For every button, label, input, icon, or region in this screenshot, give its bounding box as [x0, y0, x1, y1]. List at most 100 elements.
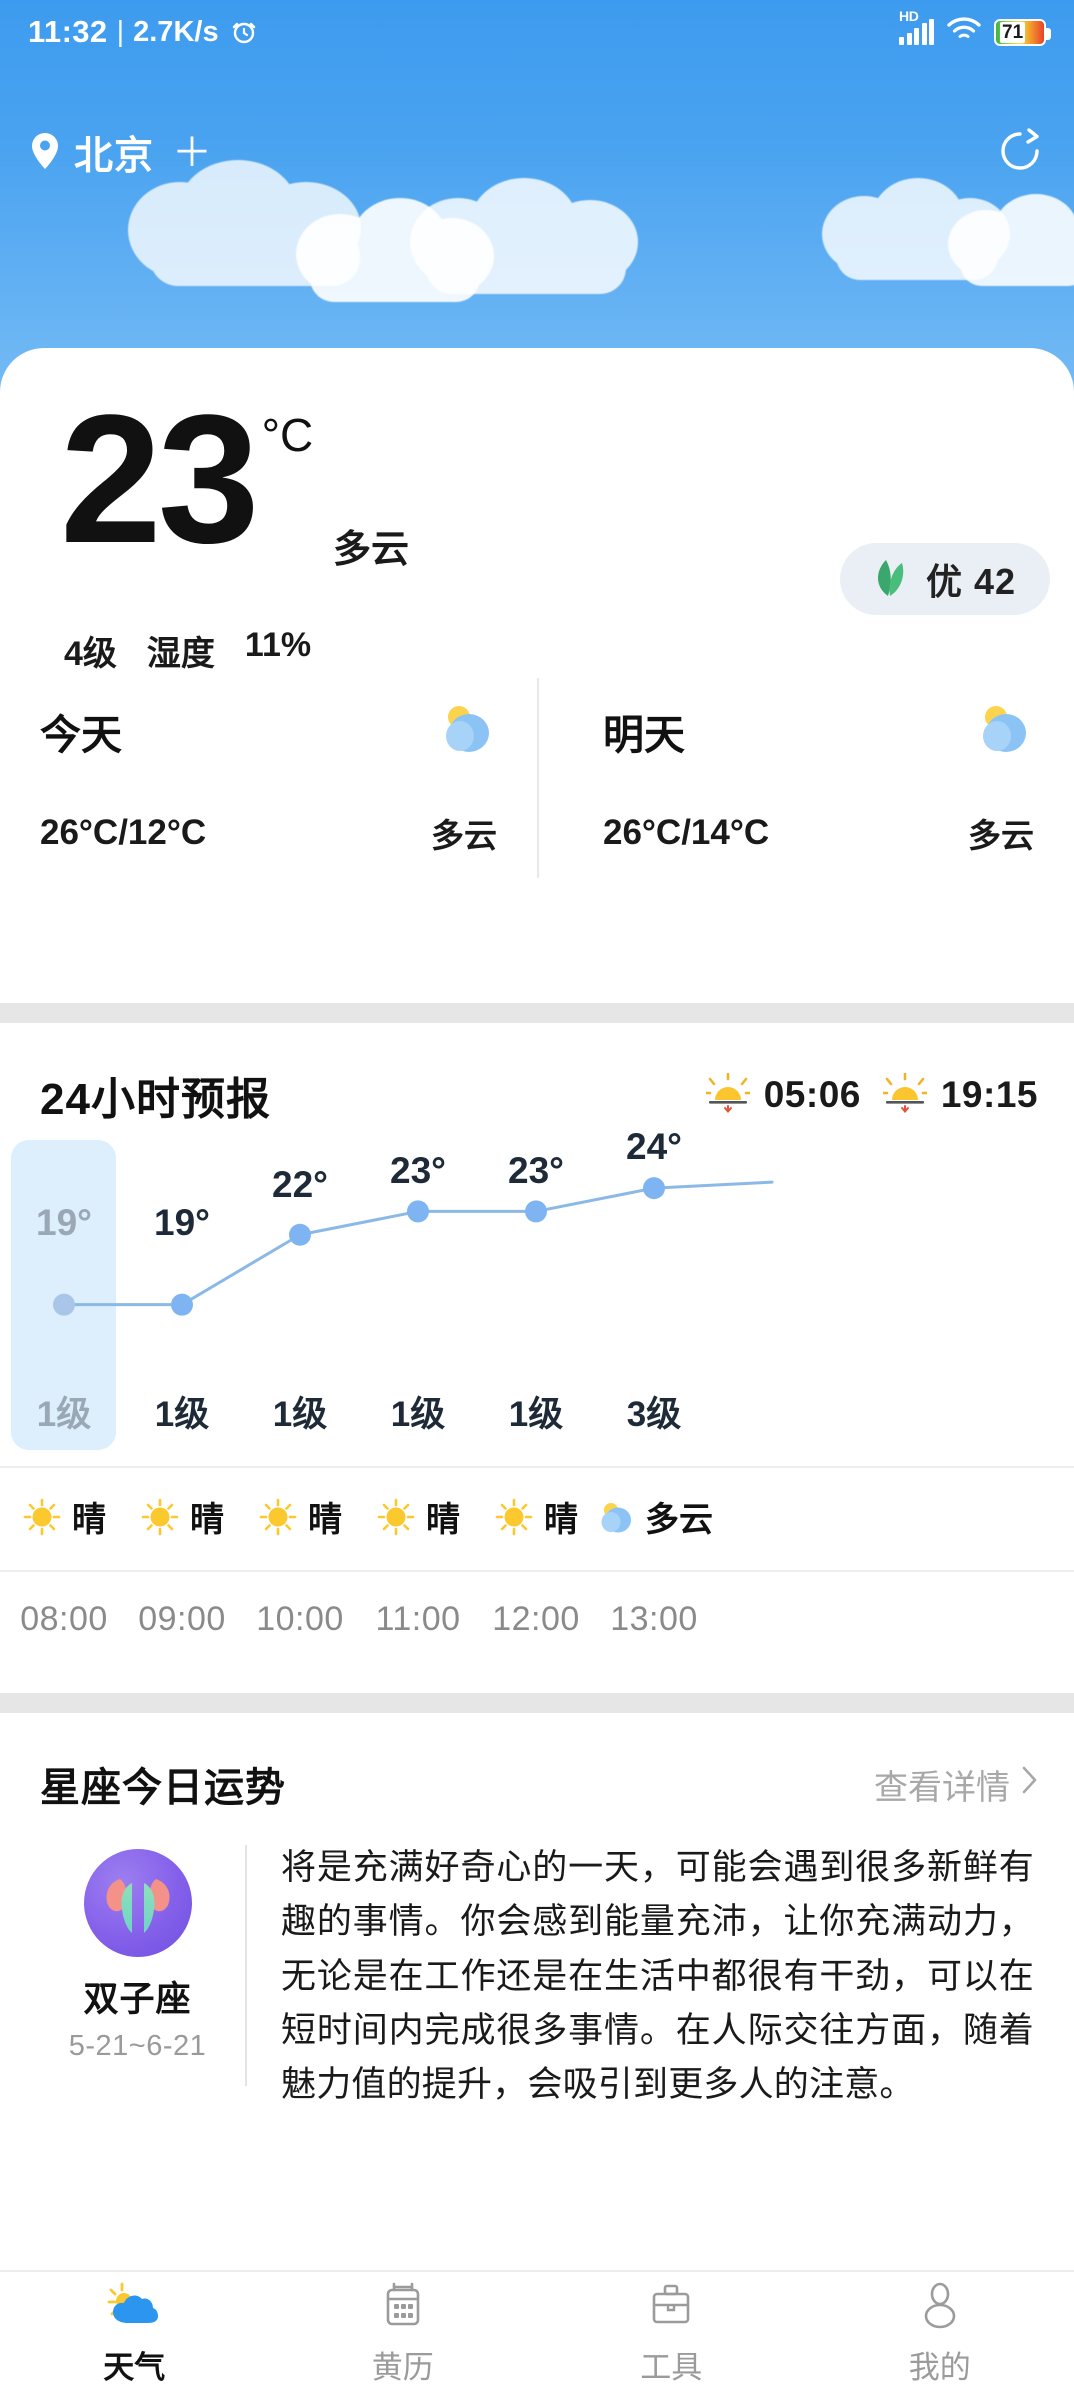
hour-condition-group: 晴	[359, 1492, 477, 1541]
hour-condition-group: 晴	[477, 1492, 595, 1541]
status-bar: 11:32 | 2.7K/s HD 71	[0, 0, 1074, 64]
hour-wind: 3级	[626, 1395, 682, 1434]
chevron-right-icon	[1020, 1764, 1040, 1805]
aqi-badge[interactable]: 优 42	[839, 543, 1050, 615]
hour-time: 11:00	[375, 1600, 461, 1638]
battery-level: 71	[1000, 21, 1026, 43]
location-pin-icon	[30, 131, 60, 176]
sunrise-time: 05:06	[763, 1074, 861, 1115]
hourly-strip[interactable]: 19° 1级 晴 08:00 19° 1级 晴 09:00 22° 1级 晴 1…	[0, 1126, 1074, 1693]
day-condition: 多云	[431, 817, 497, 854]
person-icon	[915, 2279, 965, 2331]
sunset-time: 19:15	[940, 1074, 1038, 1115]
hour-temp: 24°	[626, 1126, 682, 1167]
sunny-icon	[495, 1498, 533, 1535]
hour-column[interactable]: 23° 1级 晴 12:00	[477, 1140, 595, 1693]
sunny-icon	[141, 1498, 179, 1535]
sunny-icon	[259, 1498, 297, 1535]
status-bar-left: 11:32 | 2.7K/s	[28, 14, 258, 50]
hourly-header: 24小时预报 05:06 19:15	[0, 1023, 1074, 1127]
zodiac-sign-date: 5-21~6-21	[68, 2030, 207, 2062]
cloud-shape-5	[948, 194, 1074, 286]
day-cell-tomorrow[interactable]: 明天 26°C/14°C 多云	[537, 678, 1074, 878]
nav-item-tools[interactable]: 工具	[537, 2272, 806, 2394]
hour-column[interactable]: 19° 1级 晴 09:00	[123, 1140, 241, 1693]
hour-condition: 晴	[72, 1501, 106, 1539]
day-cell-today[interactable]: 今天 26°C/12°C 多云	[0, 678, 537, 878]
hour-wind: 1级	[154, 1395, 210, 1434]
section-separator-2	[0, 1693, 1074, 1713]
weather-icon	[106, 2279, 162, 2331]
zodiac-sign-name: 双子座	[83, 1980, 192, 2019]
app-header: 北京 ＋	[0, 110, 1074, 196]
sunny-icon	[23, 1498, 61, 1535]
partly-cloudy-icon	[435, 700, 497, 761]
horoscope-text: 将是充满好奇心的一天，可能会遇到很多新鲜有趣的事情。你会感到能量充沛，让你充满动…	[281, 1848, 1034, 2104]
hour-condition: 晴	[308, 1501, 342, 1539]
hour-time: 08:00	[20, 1600, 108, 1638]
horoscope-title: 星座今日运势	[40, 1766, 286, 1810]
alarm-icon	[230, 18, 258, 46]
gemini-icon	[83, 1849, 192, 1957]
view-details-link[interactable]: 查看详情	[874, 1760, 1040, 1809]
hour-condition-group: 晴	[5, 1492, 123, 1541]
calendar-icon	[378, 2279, 428, 2331]
location-group[interactable]: 北京 ＋	[30, 125, 212, 181]
view-details-label: 查看详情	[874, 1768, 1010, 1807]
status-bar-right: HD 71	[899, 8, 1051, 48]
current-weather-wrap: 23 °C 多云 优 42 4级 湿度 11%	[0, 348, 1074, 678]
nav-item-almanac[interactable]: 黄历	[269, 2272, 538, 2394]
sunset-icon	[881, 1071, 929, 1118]
horoscope-card: 星座今日运势 查看详情 双子座 5-21~6-21 将是充满好奇心的一天，可能会…	[0, 1713, 1074, 2153]
hour-column[interactable]: 23° 1级 晴 11:00	[359, 1140, 477, 1693]
hour-condition-group: 晴	[241, 1492, 359, 1541]
signal-bars-icon: HD	[899, 8, 934, 45]
hour-time: 13:00	[610, 1600, 698, 1638]
current-meta-row: 4级 湿度 11%	[64, 626, 311, 675]
aqi-value: 优 42	[925, 561, 1016, 602]
zodiac-sign-box[interactable]: 双子座 5-21~6-21	[30, 1841, 245, 2112]
network-speed: 2.7K/s	[133, 15, 219, 48]
hour-wind: 1级	[390, 1395, 446, 1434]
nav-label: 黄历	[371, 2350, 434, 2385]
hour-column[interactable]: 22° 1级 晴 10:00	[241, 1140, 359, 1693]
hour-time: 10:00	[256, 1600, 344, 1638]
city-name[interactable]: 北京	[74, 125, 154, 181]
hour-temp: 23°	[508, 1150, 564, 1191]
hourly-forecast-card: 24小时预报 05:06 19:15 19° 1级 晴 08:00 19° 1级…	[0, 1023, 1074, 1693]
hd-label: HD	[899, 8, 919, 24]
hour-column[interactable]: 24° 3级 多云 13:00	[595, 1126, 713, 1693]
hour-condition-group: 多云	[595, 1492, 713, 1541]
hour-condition: 晴	[544, 1501, 578, 1539]
hour-condition: 晴	[190, 1501, 224, 1539]
hour-column[interactable]: 19° 1级 晴 08:00	[5, 1140, 123, 1693]
current-temperature: 23	[60, 376, 260, 581]
hour-temp: 23°	[390, 1150, 446, 1191]
nav-label: 工具	[640, 2350, 703, 2385]
hour-temp: 19°	[154, 1202, 210, 1243]
temperature-unit: °C	[261, 409, 314, 461]
day-condition: 多云	[968, 817, 1034, 854]
nav-item-weather[interactable]: 天气	[0, 2272, 269, 2394]
day-temp-range: 26°C/14°C	[603, 813, 770, 852]
temperature-block: 23 °C	[60, 376, 314, 581]
nav-label: 我的	[908, 2350, 971, 2385]
refresh-icon[interactable]	[996, 127, 1044, 180]
hour-condition: 多云	[645, 1501, 713, 1539]
hourly-title: 24小时预报	[40, 1075, 271, 1124]
plus-icon[interactable]: ＋	[172, 133, 212, 173]
wind-level: 4级	[64, 635, 117, 673]
two-day-forecast: 今天 26°C/12°C 多云 明天 26°C/14°C 多云	[0, 678, 1074, 878]
day-label: 今天	[40, 711, 122, 758]
status-time: 11:32	[28, 14, 108, 49]
hour-temp: 19°	[36, 1202, 92, 1243]
wifi-icon	[947, 16, 981, 48]
sunrise-group: 05:06	[704, 1071, 861, 1118]
partly-cloudy-icon	[972, 700, 1034, 761]
day-temp-range: 26°C/12°C	[40, 813, 207, 852]
current-weather-card: 23 °C 多云 优 42 4级 湿度 11% 今天 26°C/12°C 多云 …	[0, 348, 1074, 1003]
nav-item-mine[interactable]: 我的	[806, 2272, 1074, 2394]
battery-icon: 71	[994, 18, 1051, 46]
nav-label: 天气	[103, 2350, 166, 2385]
day-label: 明天	[603, 711, 685, 758]
